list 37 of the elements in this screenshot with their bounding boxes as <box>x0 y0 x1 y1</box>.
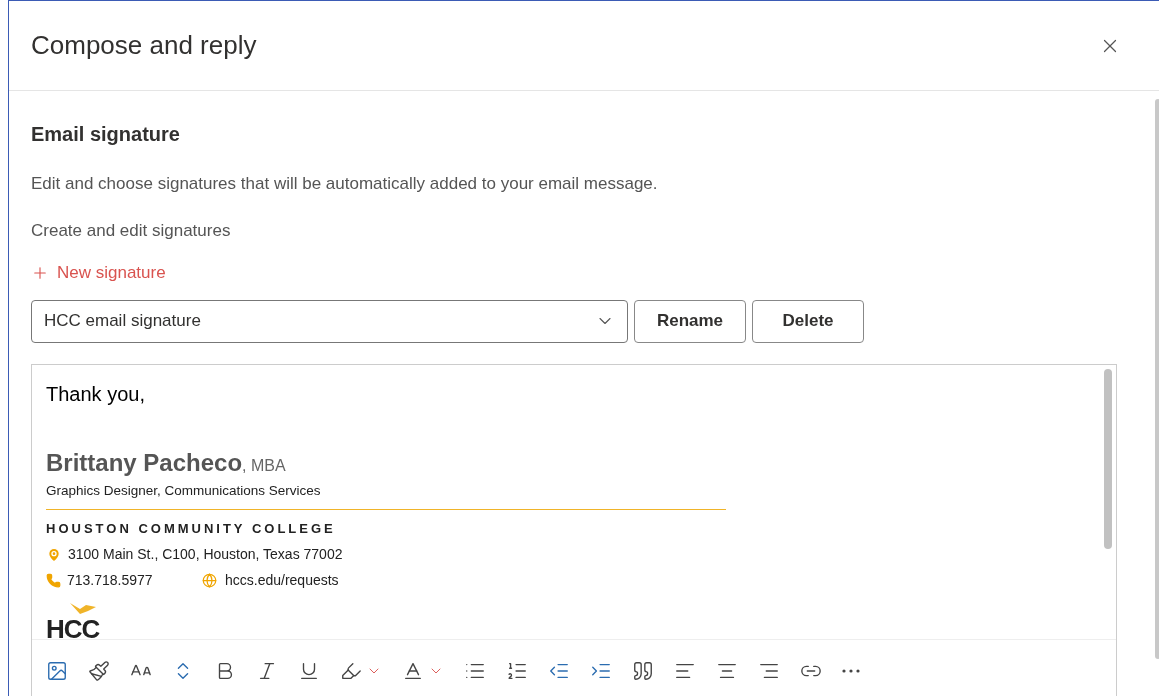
paintbrush-icon <box>88 660 110 682</box>
image-icon <box>46 660 68 682</box>
signature-name: Brittany Pacheco <box>46 447 243 478</box>
section-heading: Email signature <box>31 122 181 147</box>
underline-icon <box>298 660 320 682</box>
location-pin-icon <box>46 546 62 563</box>
greeting-text: Thank you, <box>46 381 146 407</box>
scrollbar-thumb[interactable] <box>1104 368 1112 549</box>
phone-text: 713.718.5977 <box>67 571 154 591</box>
rename-button[interactable]: Rename <box>634 299 746 343</box>
globe-icon <box>202 573 217 589</box>
dialog-title: Compose and reply <box>31 29 257 62</box>
section-subheading: Create and edit signatures <box>31 219 232 242</box>
college-logo: HCC <box>46 615 100 639</box>
section-description: Edit and choose signatures that will be automatically added to your email message. <box>31 173 659 195</box>
paintbrush-button[interactable] <box>88 660 110 682</box>
underline-button[interactable] <box>298 660 320 682</box>
new-signature-link[interactable]: New signature <box>31 260 166 286</box>
signature-title: Graphics Designer, Communications Services <box>46 481 322 500</box>
signature-credential: , MBA <box>242 455 286 476</box>
phone-icon <box>46 573 61 589</box>
bird-icon <box>68 601 98 616</box>
numbered-list-button[interactable] <box>506 660 528 682</box>
more-button[interactable] <box>842 669 860 673</box>
delete-button[interactable]: Delete <box>752 299 864 343</box>
website-text: hccs.edu/requests <box>225 571 339 591</box>
quote-button[interactable] <box>632 660 654 682</box>
highlighter-icon <box>340 660 362 682</box>
organization-name: HOUSTON COMMUNITY COLLEGE <box>46 519 337 538</box>
quote-icon <box>632 660 654 682</box>
signature-editor[interactable]: Thank you, Brittany Pacheco, MBA Graphics Designer, Communications Services HOUSTON COMMUNITY COLLEGE 3100 Main St., C100, Houston, Texas 77002 713.718.5977 hccs.edu/requests HCC <box>31 363 1117 696</box>
address-text: 3100 Main St., C100, Houston, Texas 77002 <box>68 545 343 565</box>
font-color-icon <box>402 660 424 682</box>
more-icon <box>842 669 860 673</box>
image-button[interactable] <box>46 660 68 682</box>
signature-dropdown[interactable]: HCC email signature <box>31 299 628 343</box>
numbered-list-icon <box>506 660 528 682</box>
